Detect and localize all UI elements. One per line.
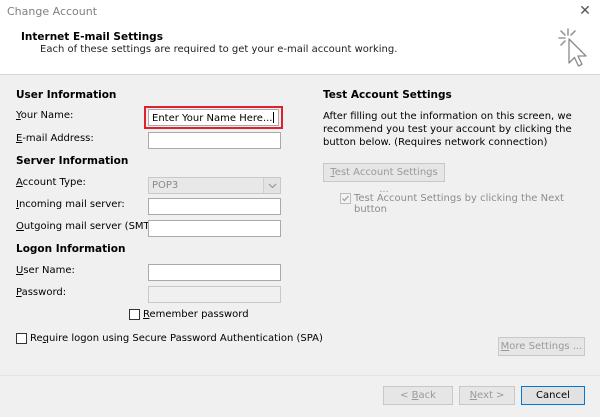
cursor-sparkle-icon <box>558 28 587 67</box>
cancel-button[interactable]: Cancel <box>521 386 585 405</box>
account-type-label: Account Type: <box>16 177 86 188</box>
close-icon: ✕ <box>579 3 591 19</box>
remember-password-checkbox[interactable] <box>129 309 140 320</box>
logon-info-heading: Logon Information <box>16 243 126 255</box>
checkmark-icon <box>342 195 350 202</box>
window-title: Change Account <box>7 5 98 18</box>
email-address-input[interactable] <box>148 132 281 149</box>
your-name-label: Your Name: <box>16 110 74 121</box>
header-title: Internet E-mail Settings <box>21 31 163 43</box>
incoming-server-label: Incoming mail server: <box>16 199 125 210</box>
password-label: Password: <box>16 287 67 298</box>
back-button[interactable]: < Back <box>383 386 453 405</box>
account-type-dropdown-button <box>263 178 280 193</box>
email-address-label: E-mail Address: <box>16 133 94 144</box>
user-name-label: User Name: <box>16 265 75 276</box>
test-settings-heading: Test Account Settings <box>323 89 452 101</box>
user-name-input[interactable] <box>148 264 281 281</box>
auto-test-label: Test Account Settings by clicking the Ne… <box>354 193 564 215</box>
outgoing-server-label: Outgoing mail server (SMTP): <box>16 221 163 232</box>
outgoing-server-input[interactable] <box>148 220 281 237</box>
server-info-heading: Server Information <box>16 155 129 167</box>
require-spa-checkbox[interactable] <box>16 333 27 344</box>
title-bar: Change Account ✕ <box>0 0 600 22</box>
user-info-heading: User Information <box>16 89 117 101</box>
header-subtitle: Each of these settings are required to g… <box>40 44 398 55</box>
password-input[interactable] <box>148 286 281 303</box>
footer-divider <box>0 375 600 376</box>
require-spa-label: Require logon using Secure Password Auth… <box>30 333 323 344</box>
dialog-header: Internet E-mail Settings Each of these s… <box>0 22 600 75</box>
test-account-settings-button[interactable]: Test Account Settings ... <box>323 163 445 195</box>
incoming-server-input[interactable] <box>148 198 281 215</box>
test-settings-description: After filling out the information on thi… <box>323 111 572 148</box>
auto-test-checkbox[interactable] <box>340 193 351 204</box>
close-button[interactable]: ✕ <box>577 3 593 19</box>
next-button[interactable]: Next > <box>459 386 515 405</box>
chevron-down-icon <box>268 183 277 189</box>
your-name-input[interactable]: Enter Your Name Here... <box>148 109 279 126</box>
account-type-select: POP3 <box>148 177 281 194</box>
remember-password-label: Remember password <box>143 309 249 320</box>
more-settings-button[interactable]: More Settings ... <box>498 337 585 356</box>
